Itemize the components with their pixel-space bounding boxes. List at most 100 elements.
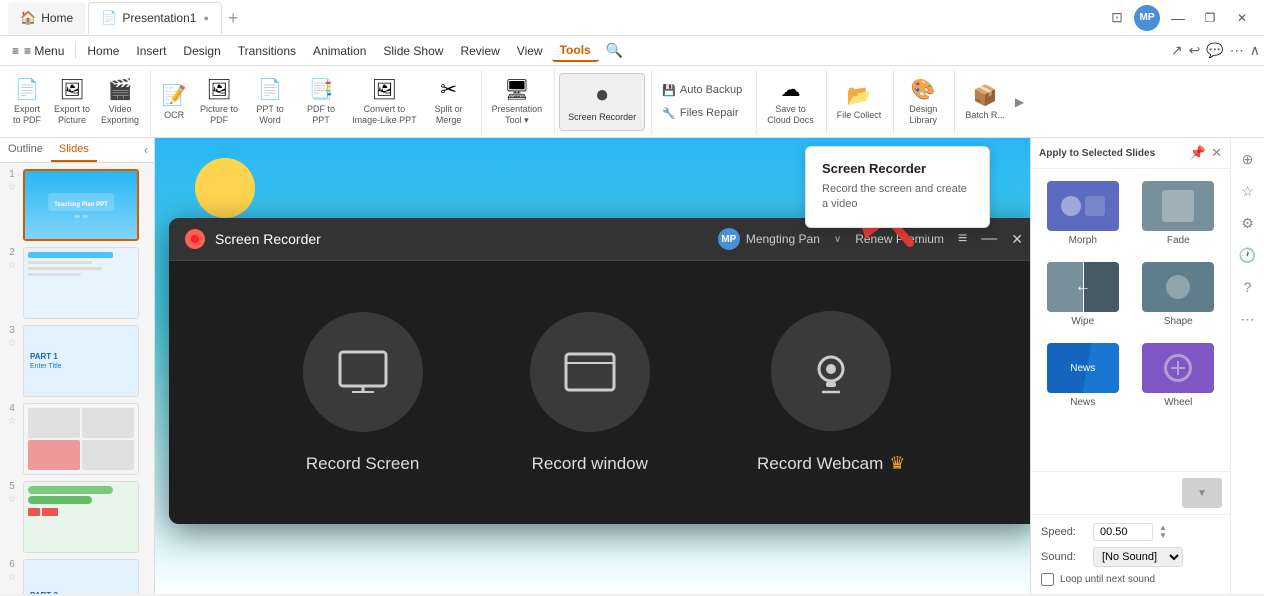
auto-backup-btn[interactable]: 💾 Auto Backup: [656, 81, 748, 100]
screen-recorder-btn[interactable]: ⏺ Screen Recorder: [559, 73, 645, 131]
slide-thumb-5[interactable]: [23, 481, 139, 553]
menu-btn[interactable]: ≡≡ Menu: [4, 41, 72, 61]
export-to-pdf-btn[interactable]: 📄 Exportto PDF: [6, 73, 48, 131]
slide-thumb-4[interactable]: [23, 403, 139, 475]
design-library-btn[interactable]: 🎨 DesignLibrary: [898, 73, 948, 131]
side-add-icon[interactable]: ⊕: [1235, 146, 1261, 172]
user-avatar[interactable]: MP: [1134, 5, 1160, 31]
minimize-btn[interactable]: —: [1164, 7, 1192, 29]
menu-design[interactable]: Design: [175, 41, 228, 61]
transition-fade[interactable]: Fade: [1135, 177, 1223, 250]
convert-image-icon: 🖼: [372, 77, 397, 102]
sr-menu-icon[interactable]: ≡: [958, 230, 967, 248]
maximize-btn[interactable]: ❐: [1196, 7, 1224, 29]
more-icon[interactable]: ⋯: [1230, 42, 1244, 59]
files-repair-btn[interactable]: 🔧 Files Repair: [656, 104, 748, 123]
slide-item-6[interactable]: 6 ☆ PART 2: [4, 559, 150, 594]
record-screen-option[interactable]: Record Screen: [303, 312, 423, 474]
tab-home[interactable]: 🏠 Home: [8, 2, 85, 34]
transition-news[interactable]: News News: [1039, 339, 1127, 412]
side-more-icon[interactable]: ⋯: [1235, 306, 1261, 332]
tab-ppt-close[interactable]: ●: [203, 13, 208, 23]
more-transitions-btn[interactable]: ▼: [1182, 478, 1222, 508]
sound-select[interactable]: [No Sound]: [1093, 547, 1183, 567]
ppt-file-icon: 📄: [101, 10, 117, 26]
transition-wipe[interactable]: ← Wipe: [1039, 258, 1127, 331]
record-webcam-option[interactable]: Record Webcam ♛: [757, 311, 905, 474]
export-to-picture-btn[interactable]: 🖼 Export toPicture: [49, 73, 95, 131]
video-exporting-btn[interactable]: 🎬 VideoExporting: [96, 73, 144, 131]
pic-to-pdf-icon: 🖼: [206, 77, 231, 102]
slide-item-4[interactable]: 4 ☆: [4, 403, 150, 475]
sr-minimize-icon[interactable]: —: [981, 231, 997, 247]
comment-icon[interactable]: 💬: [1206, 42, 1223, 59]
ppt-to-word-btn[interactable]: 📄 PPT toWord: [245, 73, 295, 131]
slide-item-5[interactable]: 5 ☆: [4, 481, 150, 553]
file-collect-btn[interactable]: 📂 File Collect: [831, 73, 888, 131]
pic-to-pdf-btn[interactable]: 🖼 Picture toPDF: [194, 73, 244, 131]
menu-slideshow[interactable]: Slide Show: [375, 41, 451, 61]
transition-morph[interactable]: Morph: [1039, 177, 1127, 250]
screen-recorder-dialog[interactable]: Screen Recorder MP Mengting Pan ∨ Renew …: [169, 218, 1030, 524]
design-library-label: DesignLibrary: [909, 104, 937, 126]
batch-r-btn[interactable]: 📦 Batch R...: [959, 73, 1011, 131]
record-webcam-icon: [808, 348, 854, 394]
slide-num-3: 3: [9, 325, 15, 336]
monitor-icon[interactable]: ⊡: [1104, 7, 1130, 29]
loop-checkbox[interactable]: [1041, 573, 1054, 586]
add-tab-btn[interactable]: +: [228, 9, 239, 27]
convert-image-btn[interactable]: 🖼 Convert toImage-Like PPT: [347, 73, 422, 131]
menu-insert[interactable]: Insert: [128, 41, 174, 61]
slides-tab[interactable]: Slides: [51, 138, 97, 162]
menu-view[interactable]: View: [509, 41, 551, 61]
menu-animation[interactable]: Animation: [305, 41, 374, 61]
undo-icon[interactable]: ↩: [1189, 42, 1201, 59]
wheel-preview: [1142, 343, 1214, 393]
menu-home[interactable]: Home: [79, 41, 127, 61]
menu-tools[interactable]: Tools: [552, 40, 599, 62]
collapse-icon[interactable]: ∧: [1250, 42, 1260, 59]
expand-toolbar-btn[interactable]: ▶: [1011, 91, 1028, 113]
side-history-icon[interactable]: 🕐: [1235, 242, 1261, 268]
transition-wheel[interactable]: Wheel: [1135, 339, 1223, 412]
loop-label: Loop until next sound: [1060, 574, 1155, 585]
side-settings-icon[interactable]: ⚙: [1235, 210, 1261, 236]
slide-thumb-6[interactable]: PART 2: [23, 559, 139, 594]
right-panel-close-icon[interactable]: ✕: [1211, 145, 1222, 161]
sr-close-icon[interactable]: ✕: [1011, 231, 1023, 248]
slide-item-2[interactable]: 2 ☆: [4, 247, 150, 319]
slide-item-3[interactable]: 3 ☆ PART 1 Enter Title: [4, 325, 150, 397]
right-panel-title: Apply to Selected Slides: [1039, 148, 1155, 159]
tab-ppt[interactable]: 📄 Presentation1 ●: [88, 2, 222, 34]
ocr-label: OCR: [164, 110, 184, 120]
pdf-to-ppt-btn[interactable]: 📑 PDF toPPT: [296, 73, 346, 131]
right-panel-header: Apply to Selected Slides 📌 ✕: [1031, 138, 1230, 169]
transition-shape[interactable]: Shape: [1135, 258, 1223, 331]
slide-thumb-2[interactable]: [23, 247, 139, 319]
sr-record-indicator: [185, 229, 205, 249]
pin-icon[interactable]: 📌: [1190, 145, 1206, 161]
collapse-panel-btn[interactable]: ‹: [138, 138, 154, 162]
slide-thumb-3[interactable]: PART 1 Enter Title: [23, 325, 139, 397]
side-star-icon[interactable]: ☆: [1235, 178, 1261, 204]
slide-item-1[interactable]: 1 ☆ Teaching Plan PPT: [4, 169, 150, 241]
save-cloud-btn[interactable]: ☁ Save toCloud Docs: [761, 73, 820, 131]
save-cloud-label: Save toCloud Docs: [767, 104, 814, 126]
speed-input[interactable]: [1093, 523, 1153, 541]
speed-spinner[interactable]: ▲ ▼: [1159, 524, 1167, 540]
menu-review[interactable]: Review: [452, 41, 507, 61]
menu-transitions[interactable]: Transitions: [230, 41, 304, 61]
split-merge-btn[interactable]: ✂ Split orMerge: [423, 73, 475, 131]
share-icon[interactable]: ↗: [1171, 42, 1183, 59]
slide-thumb-1[interactable]: Teaching Plan PPT: [23, 169, 139, 241]
search-icon[interactable]: 🔍: [606, 42, 623, 59]
ocr-btn[interactable]: 📝 OCR: [155, 73, 193, 131]
close-btn[interactable]: ✕: [1228, 7, 1256, 29]
tooltip-description: Record the screen and create a video: [822, 182, 973, 213]
slide-star-5: ☆: [8, 494, 17, 505]
presentation-tool-btn[interactable]: 🖥 PresentationTool ▾: [486, 73, 549, 131]
record-window-option[interactable]: Record window: [530, 312, 650, 474]
presentation-tool-icon: 🖥: [504, 77, 529, 102]
outline-tab[interactable]: Outline: [0, 138, 51, 162]
side-help-icon[interactable]: ?: [1235, 274, 1261, 300]
